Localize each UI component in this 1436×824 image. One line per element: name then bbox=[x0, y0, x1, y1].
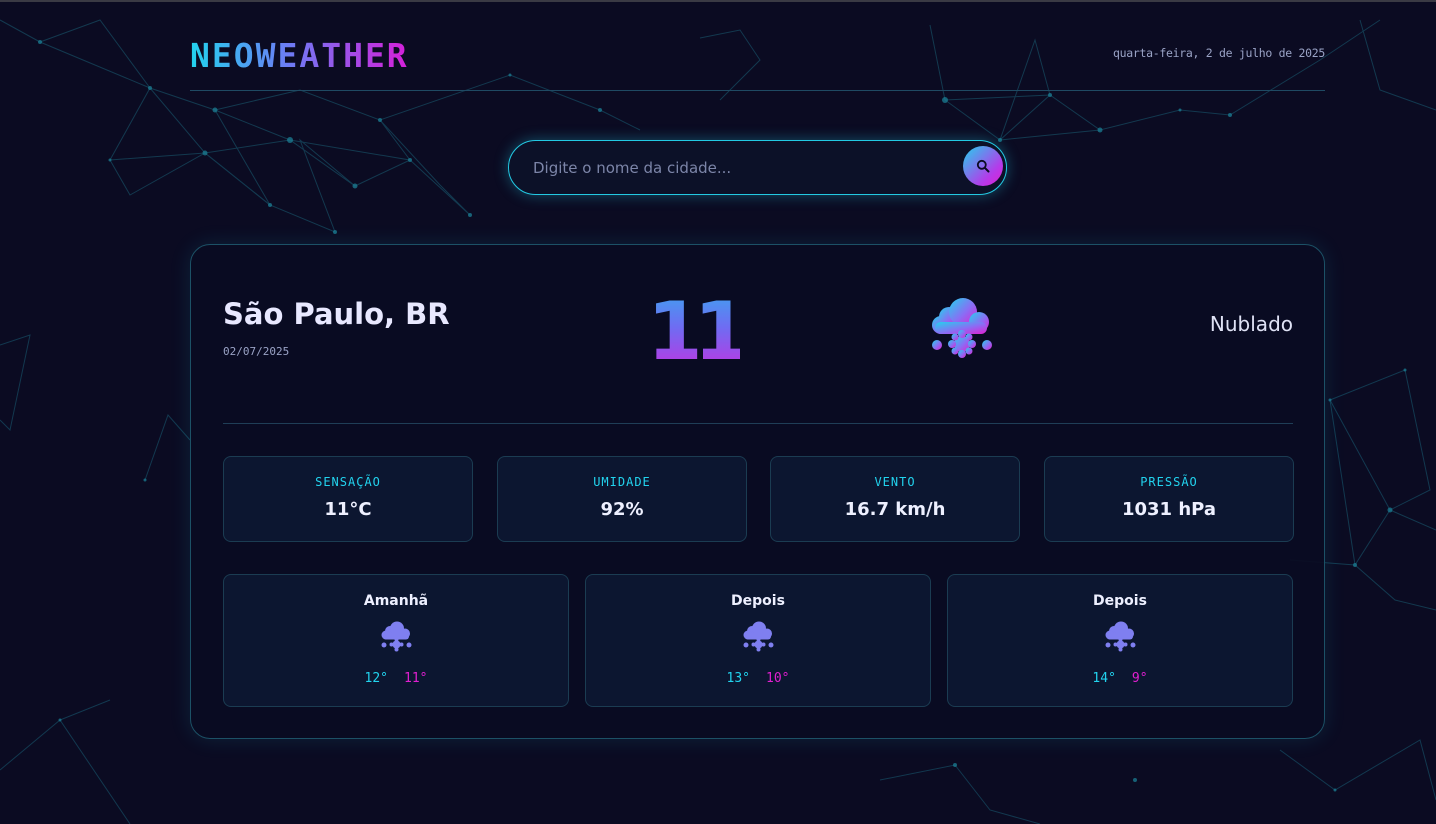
forecast-min-temp: 10° bbox=[766, 671, 790, 686]
forecast-min-temp: 11° bbox=[404, 671, 428, 686]
forecast-card-day-2: Depois 13° 10° bbox=[585, 574, 931, 707]
forecast-max-temp: 13° bbox=[726, 671, 750, 686]
stat-label: SENSAÇÃO bbox=[315, 475, 381, 489]
forecast-min-temp: 9° bbox=[1131, 671, 1148, 686]
forecast-temps: 14° 9° bbox=[948, 671, 1292, 686]
stat-label: VENTO bbox=[874, 475, 916, 489]
city-name: São Paulo, BR bbox=[223, 297, 450, 331]
stat-humidity: UMIDADE 92% bbox=[497, 456, 747, 542]
stat-value: 1031 hPa bbox=[1121, 499, 1217, 520]
cloud-snow-icon bbox=[743, 621, 774, 652]
card-divider bbox=[223, 423, 1293, 424]
current-temperature: 11 bbox=[647, 285, 749, 378]
cloud-snow-icon bbox=[932, 298, 992, 358]
forecast-day-label: Depois bbox=[731, 593, 785, 609]
stat-feels-like: SENSAÇÃO 11°C bbox=[223, 456, 473, 542]
forecast-card-day-3: Depois 14° 9° bbox=[947, 574, 1293, 707]
forecast-max-temp: 12° bbox=[364, 671, 388, 686]
weather-description: Nublado bbox=[1209, 312, 1293, 336]
stat-value: 11°C bbox=[324, 499, 372, 520]
stat-pressure: PRESSÃO 1031 hPa bbox=[1044, 456, 1294, 542]
current-date-long: quarta-feira, 2 de julho de 2025 bbox=[1113, 46, 1325, 60]
stat-wind: VENTO 16.7 km/h bbox=[770, 456, 1020, 542]
stat-label: UMIDADE bbox=[593, 475, 651, 489]
search-button[interactable] bbox=[963, 146, 1003, 186]
header-divider bbox=[190, 90, 1325, 91]
search-icon bbox=[976, 159, 990, 173]
current-date-short: 02/07/2025 bbox=[223, 345, 290, 358]
forecast-day-label: Amanhã bbox=[363, 593, 429, 609]
cloud-snow-icon bbox=[1105, 621, 1136, 652]
forecast-max-temp: 14° bbox=[1092, 671, 1116, 686]
forecast-day-label: Depois bbox=[1093, 593, 1147, 609]
stat-label: PRESSÃO bbox=[1140, 475, 1198, 489]
search-bar bbox=[508, 140, 1007, 195]
current-weather-card: São Paulo, BR 02/07/2025 11 Nublado SENS… bbox=[190, 244, 1325, 739]
cloud-snow-icon bbox=[381, 621, 412, 652]
city-search-input[interactable] bbox=[531, 155, 955, 181]
stat-value: 92% bbox=[600, 499, 644, 520]
weather-app: NEOWEATHER quarta-feira, 2 de julho de 2… bbox=[0, 0, 1436, 824]
forecast-card-day-1: Amanhã 12° 11° bbox=[223, 574, 569, 707]
forecast-temps: 12° 11° bbox=[224, 671, 568, 686]
forecast-temps: 13° 10° bbox=[586, 671, 930, 686]
stat-value: 16.7 km/h bbox=[844, 499, 946, 520]
app-logo: NEOWEATHER bbox=[190, 36, 409, 75]
